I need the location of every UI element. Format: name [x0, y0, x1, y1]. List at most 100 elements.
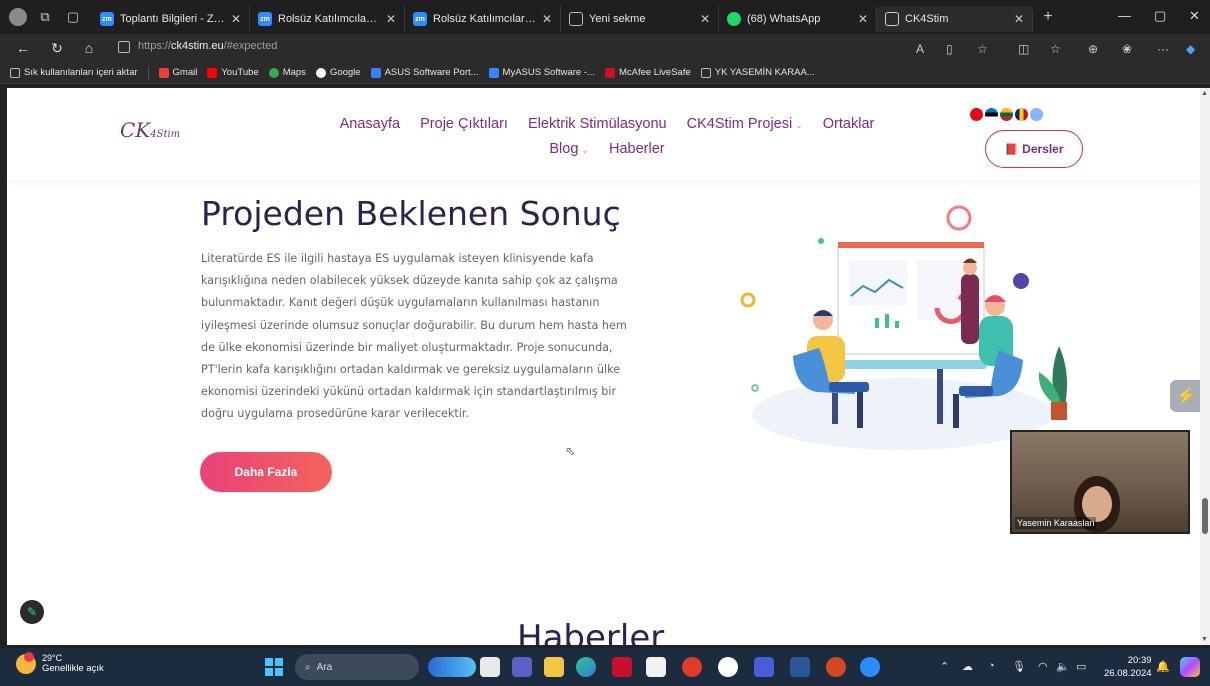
tab-zoom-info[interactable]: zm Toplantı Bilgileri - Zoom ✕: [92, 6, 250, 32]
gmail-icon: [158, 67, 169, 78]
notifications-bell-icon[interactable]: 🔔: [1156, 660, 1170, 673]
word-icon[interactable]: [790, 657, 810, 677]
mcafee-icon[interactable]: [612, 657, 632, 677]
volume-icon[interactable]: 🔈: [1056, 660, 1070, 673]
nav-haberler[interactable]: Haberler: [609, 141, 665, 157]
nav-blog[interactable]: Blog ⌄: [549, 141, 589, 157]
file-explorer-icon[interactable]: [544, 657, 564, 677]
extensions-icon[interactable]: ❀: [1122, 42, 1132, 56]
flag-lt-icon[interactable]: [1000, 108, 1013, 121]
flag-tr-icon[interactable]: [970, 108, 983, 121]
nav-elektrik-stimulasyonu[interactable]: Elektrik Stimülasyonu: [528, 116, 667, 132]
close-icon[interactable]: ✕: [386, 12, 396, 26]
store-icon[interactable]: [646, 657, 666, 677]
tab-actions-icon[interactable]: ▢: [64, 8, 82, 26]
weather-widget[interactable]: 29°C Genellikle açık: [16, 651, 104, 674]
lock-icon[interactable]: [118, 41, 130, 53]
home-icon[interactable]: ⌂: [78, 40, 100, 56]
site-logo[interactable]: CK4Stim: [120, 118, 180, 142]
accessibility-widget-icon[interactable]: ⚡: [1170, 380, 1200, 412]
bookmark-mcafee[interactable]: McAfee LiveSafe: [604, 67, 691, 78]
bookmark-yk[interactable]: YK YASEMİN KARAA...: [700, 67, 815, 78]
edge-icon[interactable]: [576, 657, 596, 677]
daha-fazla-button[interactable]: Daha Fazla: [200, 452, 332, 492]
window-close-icon[interactable]: ✕: [1189, 8, 1200, 24]
tab-new-tab[interactable]: Yeni sekme ✕: [561, 6, 719, 32]
flag-ee-icon[interactable]: [985, 108, 998, 121]
flag-ro-icon[interactable]: [1015, 108, 1028, 121]
edit-pencil-icon[interactable]: ✎: [20, 600, 44, 624]
system-clock[interactable]: 20:39 26.08.2024: [1104, 654, 1152, 680]
taskbar-search[interactable]: ⌕ Ara: [295, 654, 419, 680]
refresh-icon[interactable]: ↻: [46, 40, 68, 57]
paragraph-line: Literatürde ES ile ilgili hastaya ES uyg…: [201, 252, 594, 265]
bookmark-myasus[interactable]: MyASUS Software -...: [488, 67, 595, 78]
close-icon[interactable]: ✕: [1014, 12, 1024, 26]
search-placeholder: Ara: [316, 661, 333, 673]
bookmark-maps[interactable]: Maps: [268, 67, 306, 78]
copilot-icon[interactable]: [1180, 657, 1200, 677]
microphone-icon[interactable]: 🎙: [1012, 660, 1026, 673]
scroll-down-icon[interactable]: ▼: [1201, 636, 1208, 643]
split-screen-icon[interactable]: ◫: [1018, 42, 1029, 56]
immersive-reader-icon[interactable]: ▯: [946, 42, 953, 56]
chrome-icon[interactable]: [718, 657, 738, 677]
collections-icon[interactable]: ⊕: [1088, 42, 1098, 56]
restore-icon[interactable]: ▢: [1154, 8, 1166, 24]
bookmark-label: YouTube: [221, 67, 259, 78]
teams-icon[interactable]: [512, 657, 532, 677]
start-button[interactable]: [265, 658, 283, 676]
tray-app-icon[interactable]: ☁: [962, 660, 973, 673]
powerpoint-icon[interactable]: [826, 657, 846, 677]
battery-icon[interactable]: ▭: [1076, 660, 1086, 673]
favorite-star-icon[interactable]: ☆: [977, 42, 988, 56]
bookmark-asus-portal[interactable]: ASUS Software Port...: [370, 67, 479, 78]
bookmark-youtube[interactable]: YouTube: [207, 67, 259, 78]
page-scrollbar[interactable]: ▲ ▼: [1200, 88, 1210, 645]
en-icon[interactable]: [754, 657, 774, 677]
widgets-icon[interactable]: [428, 657, 476, 677]
bookmark-gmail[interactable]: Gmail: [158, 67, 197, 78]
dersler-button[interactable]: 📕 Dersler: [985, 130, 1083, 168]
nav-anasayfa[interactable]: Anasayfa: [340, 116, 400, 132]
favorites-icon[interactable]: ☆: [1050, 42, 1061, 56]
workspaces-icon[interactable]: ⧉: [36, 8, 54, 26]
minimize-icon[interactable]: —: [1118, 8, 1131, 23]
scrollbar-thumb[interactable]: [1202, 498, 1208, 534]
clock-time: 20:39: [1127, 655, 1152, 666]
zoom-icon[interactable]: [860, 657, 880, 677]
url-field[interactable]: https://ck4stim.eu/#expected: [138, 40, 277, 52]
close-icon[interactable]: ✕: [700, 12, 710, 26]
tab-zoom-roles-1[interactable]: zm Rolsüz Katılımcılar için Eti ✕: [250, 6, 405, 32]
close-icon[interactable]: ✕: [542, 12, 552, 26]
profile-avatar[interactable]: [0, 0, 36, 34]
tray-chevron-icon[interactable]: ⌃: [940, 660, 949, 673]
bookmark-import[interactable]: Sık kullanılanları içeri aktar: [10, 67, 138, 78]
nav-proje-ciktilari[interactable]: Proje Çıktıları: [420, 116, 508, 132]
close-icon[interactable]: ✕: [231, 12, 241, 26]
tab-zoom-roles-2[interactable]: zm Rolsüz Katılımcılar için Eti ✕: [405, 6, 561, 32]
news-section-title: Haberler: [517, 618, 665, 645]
read-aloud-icon[interactable]: A: [916, 42, 924, 56]
tab-whatsapp[interactable]: (68) WhatsApp ✕: [719, 6, 877, 32]
tab-ck4stim[interactable]: CK4Stim ✕: [877, 6, 1033, 32]
wifi-icon[interactable]: ◠: [1038, 660, 1048, 673]
scroll-up-icon[interactable]: ▲: [1201, 90, 1208, 97]
bookmark-google[interactable]: Google: [315, 67, 361, 78]
task-view-icon[interactable]: [480, 657, 500, 677]
web-page: CK4Stim Anasayfa Proje Çıktıları Elektri…: [7, 88, 1200, 645]
opera-icon[interactable]: [682, 657, 702, 677]
more-menu-icon[interactable]: ···: [1157, 42, 1169, 56]
zoom-video-tile[interactable]: Yasemin Karaaslan: [1010, 430, 1190, 534]
bookmark-label: Maps: [282, 67, 306, 78]
nav-ck4stim-projesi[interactable]: CK4Stim Projesi ⌄: [687, 116, 803, 132]
copilot-browser-icon[interactable]: ◆: [1186, 42, 1195, 56]
flag-eu-icon[interactable]: [1030, 108, 1043, 121]
site-header: CK4Stim Anasayfa Proje Çıktıları Elektri…: [7, 88, 1200, 180]
url-host: ck4stim.eu: [171, 40, 224, 52]
close-icon[interactable]: ✕: [858, 12, 868, 26]
back-icon[interactable]: ←: [12, 40, 34, 56]
tray-onedrive-icon[interactable]: ◔: [988, 660, 995, 672]
nav-ortaklar[interactable]: Ortaklar: [823, 116, 875, 132]
new-tab-icon[interactable]: +: [1039, 8, 1057, 26]
